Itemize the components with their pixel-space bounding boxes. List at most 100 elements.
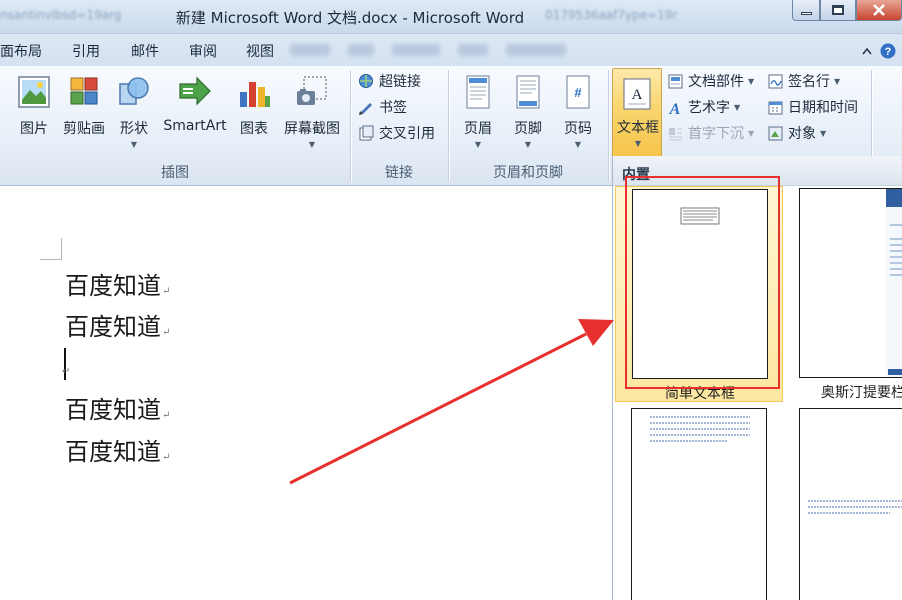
textbox-icon: A — [623, 78, 651, 110]
cross-reference-label: 交叉引用 — [379, 126, 435, 142]
svg-text:A: A — [669, 101, 681, 116]
minimize-button[interactable] — [792, 0, 820, 21]
ribbon-tab-row: 面布局 引用 邮件 审阅 视图 ? — [0, 34, 902, 66]
header-button[interactable]: 页眉 ▼ — [458, 74, 498, 150]
shapes-button[interactable]: 形状 ▼ — [114, 74, 154, 150]
document-line[interactable]: 百度知道↵ — [65, 432, 170, 467]
object-icon — [768, 126, 783, 140]
tab-page-layout[interactable]: 面布局 — [0, 41, 42, 61]
wordart-dropdown-icon: ▼ — [734, 102, 741, 112]
dropcap-dropdown-icon: ▼ — [748, 128, 755, 138]
object-label: 对象 — [788, 126, 816, 142]
annotation-highlight-box — [625, 176, 780, 389]
bookmark-button[interactable]: 书签 — [358, 96, 407, 118]
document-parts-dropdown-icon: ▼ — [748, 76, 755, 86]
gallery-item-label: 奥斯汀提要栏 — [821, 385, 902, 401]
footer-dropdown-icon: ▼ — [524, 140, 532, 149]
smartart-icon — [179, 76, 211, 106]
gallery-item-austin-sidebar[interactable]: 奥斯汀提要栏 — [799, 186, 902, 402]
document-line[interactable]: 百度知道↵ — [65, 307, 170, 342]
page-number-button[interactable]: # 页码 ▼ — [558, 74, 598, 150]
document-line-text: 百度知道 — [65, 313, 161, 341]
signature-line-label: 签名行 — [788, 74, 830, 90]
thumbnail-quote-preview — [650, 416, 750, 442]
dropcap-label: 首字下沉 — [688, 126, 744, 142]
screenshot-dropdown-icon: ▼ — [308, 140, 316, 149]
thumbnail-sidebar-preview — [886, 189, 902, 377]
tab-mailings[interactable]: 邮件 — [131, 41, 159, 61]
maximize-icon — [832, 5, 844, 15]
picture-icon — [18, 76, 50, 108]
hyperlink-label: 超链接 — [379, 74, 421, 90]
clipart-button[interactable]: 剪贴画 — [60, 74, 108, 138]
footer-icon — [516, 75, 540, 109]
calendar-icon — [768, 101, 783, 114]
title-bar: nsantinvlbsd=19arg 0179536aaf7ype=19r 新建… — [0, 0, 902, 34]
document-line-text: 百度知道 — [65, 396, 161, 424]
object-button[interactable]: 对象 ▼ — [767, 122, 826, 144]
help-icon[interactable]: ? — [880, 43, 896, 59]
cross-reference-button[interactable]: 交叉引用 — [358, 122, 435, 144]
smartart-button[interactable]: SmartArt — [160, 74, 230, 134]
tab-review[interactable]: 审阅 — [189, 41, 217, 61]
picture-button[interactable]: 图片 — [14, 74, 54, 138]
signature-line-icon — [768, 74, 783, 88]
clipart-icon — [70, 77, 98, 105]
illustrations-group-label: 插图 — [161, 165, 189, 181]
chart-button[interactable]: 图表 — [236, 74, 272, 138]
document-page[interactable]: 百度知道↵ 百度知道↵ ↵ 百度知道↵ 百度知道↵ — [0, 186, 612, 600]
bookmark-icon — [359, 102, 372, 115]
document-parts-button[interactable]: 文档部件 ▼ — [667, 70, 754, 92]
screenshot-button[interactable]: 屏幕截图 ▼ — [280, 74, 344, 150]
gallery-item-textbox-template[interactable] — [615, 406, 783, 600]
document-line-text: 百度知道 — [65, 272, 161, 300]
wordart-label: 艺术字 — [688, 100, 730, 116]
close-button[interactable] — [856, 0, 902, 21]
blurred-tab-region — [290, 41, 610, 59]
thumbnail-pullquote-preview — [808, 500, 902, 514]
textbox-button[interactable]: A 文本框 ▼ — [612, 68, 662, 158]
document-parts-icon — [668, 74, 683, 88]
group-divider — [608, 70, 609, 182]
document-line[interactable]: 百度知道↵ — [65, 266, 170, 301]
dropcap-button: 首字下沉 ▼ — [667, 122, 754, 144]
paragraph-mark-icon: ↵ — [162, 286, 171, 297]
links-group-label: 链接 — [385, 165, 413, 181]
hyperlink-button[interactable]: 超链接 — [358, 70, 421, 92]
shapes-icon — [119, 77, 149, 105]
screenshot-label: 屏幕截图 — [284, 121, 340, 137]
svg-text:#: # — [574, 85, 582, 100]
chevron-up-icon[interactable] — [862, 47, 872, 55]
page-number-label: 页码 — [564, 121, 592, 137]
footer-label: 页脚 — [514, 121, 542, 137]
screenshot-icon — [297, 76, 327, 105]
document-line[interactable]: 百度知道↵ — [65, 390, 170, 425]
wordart-button[interactable]: A 艺术字 ▼ — [667, 96, 740, 118]
minimize-icon — [800, 11, 812, 15]
svg-text:A: A — [632, 87, 643, 103]
textbox-label: 文本框 — [617, 120, 659, 136]
hyperlink-icon — [359, 73, 373, 88]
ribbon-controls: ? — [862, 43, 896, 59]
textbox-dropdown-icon: ▼ — [634, 139, 642, 148]
date-time-label: 日期和时间 — [788, 100, 858, 116]
document-line-text: 百度知道 — [65, 438, 161, 466]
chart-icon — [240, 82, 270, 107]
object-dropdown-icon: ▼ — [820, 128, 827, 138]
shapes-dropdown-icon: ▼ — [130, 140, 138, 149]
shapes-label: 形状 — [120, 121, 148, 137]
header-label: 页眉 — [464, 121, 492, 137]
header-footer-group-label: 页眉和页脚 — [493, 165, 563, 181]
footer-button[interactable]: 页脚 ▼ — [508, 74, 548, 150]
gallery-item-textbox-template[interactable] — [799, 406, 902, 600]
textbox-template-thumbnail — [631, 408, 767, 600]
paragraph-mark-icon: ↵ — [62, 366, 71, 377]
svg-text:?: ? — [885, 46, 892, 58]
tab-references[interactable]: 引用 — [72, 41, 100, 61]
maximize-button[interactable] — [820, 0, 856, 21]
signature-line-button[interactable]: 签名行 ▼ — [767, 70, 840, 92]
paragraph-mark-icon: ↵ — [162, 452, 171, 463]
tab-view[interactable]: 视图 — [246, 41, 274, 61]
date-time-button[interactable]: 日期和时间 — [767, 96, 858, 118]
page-margin-corner-mark — [40, 238, 62, 260]
